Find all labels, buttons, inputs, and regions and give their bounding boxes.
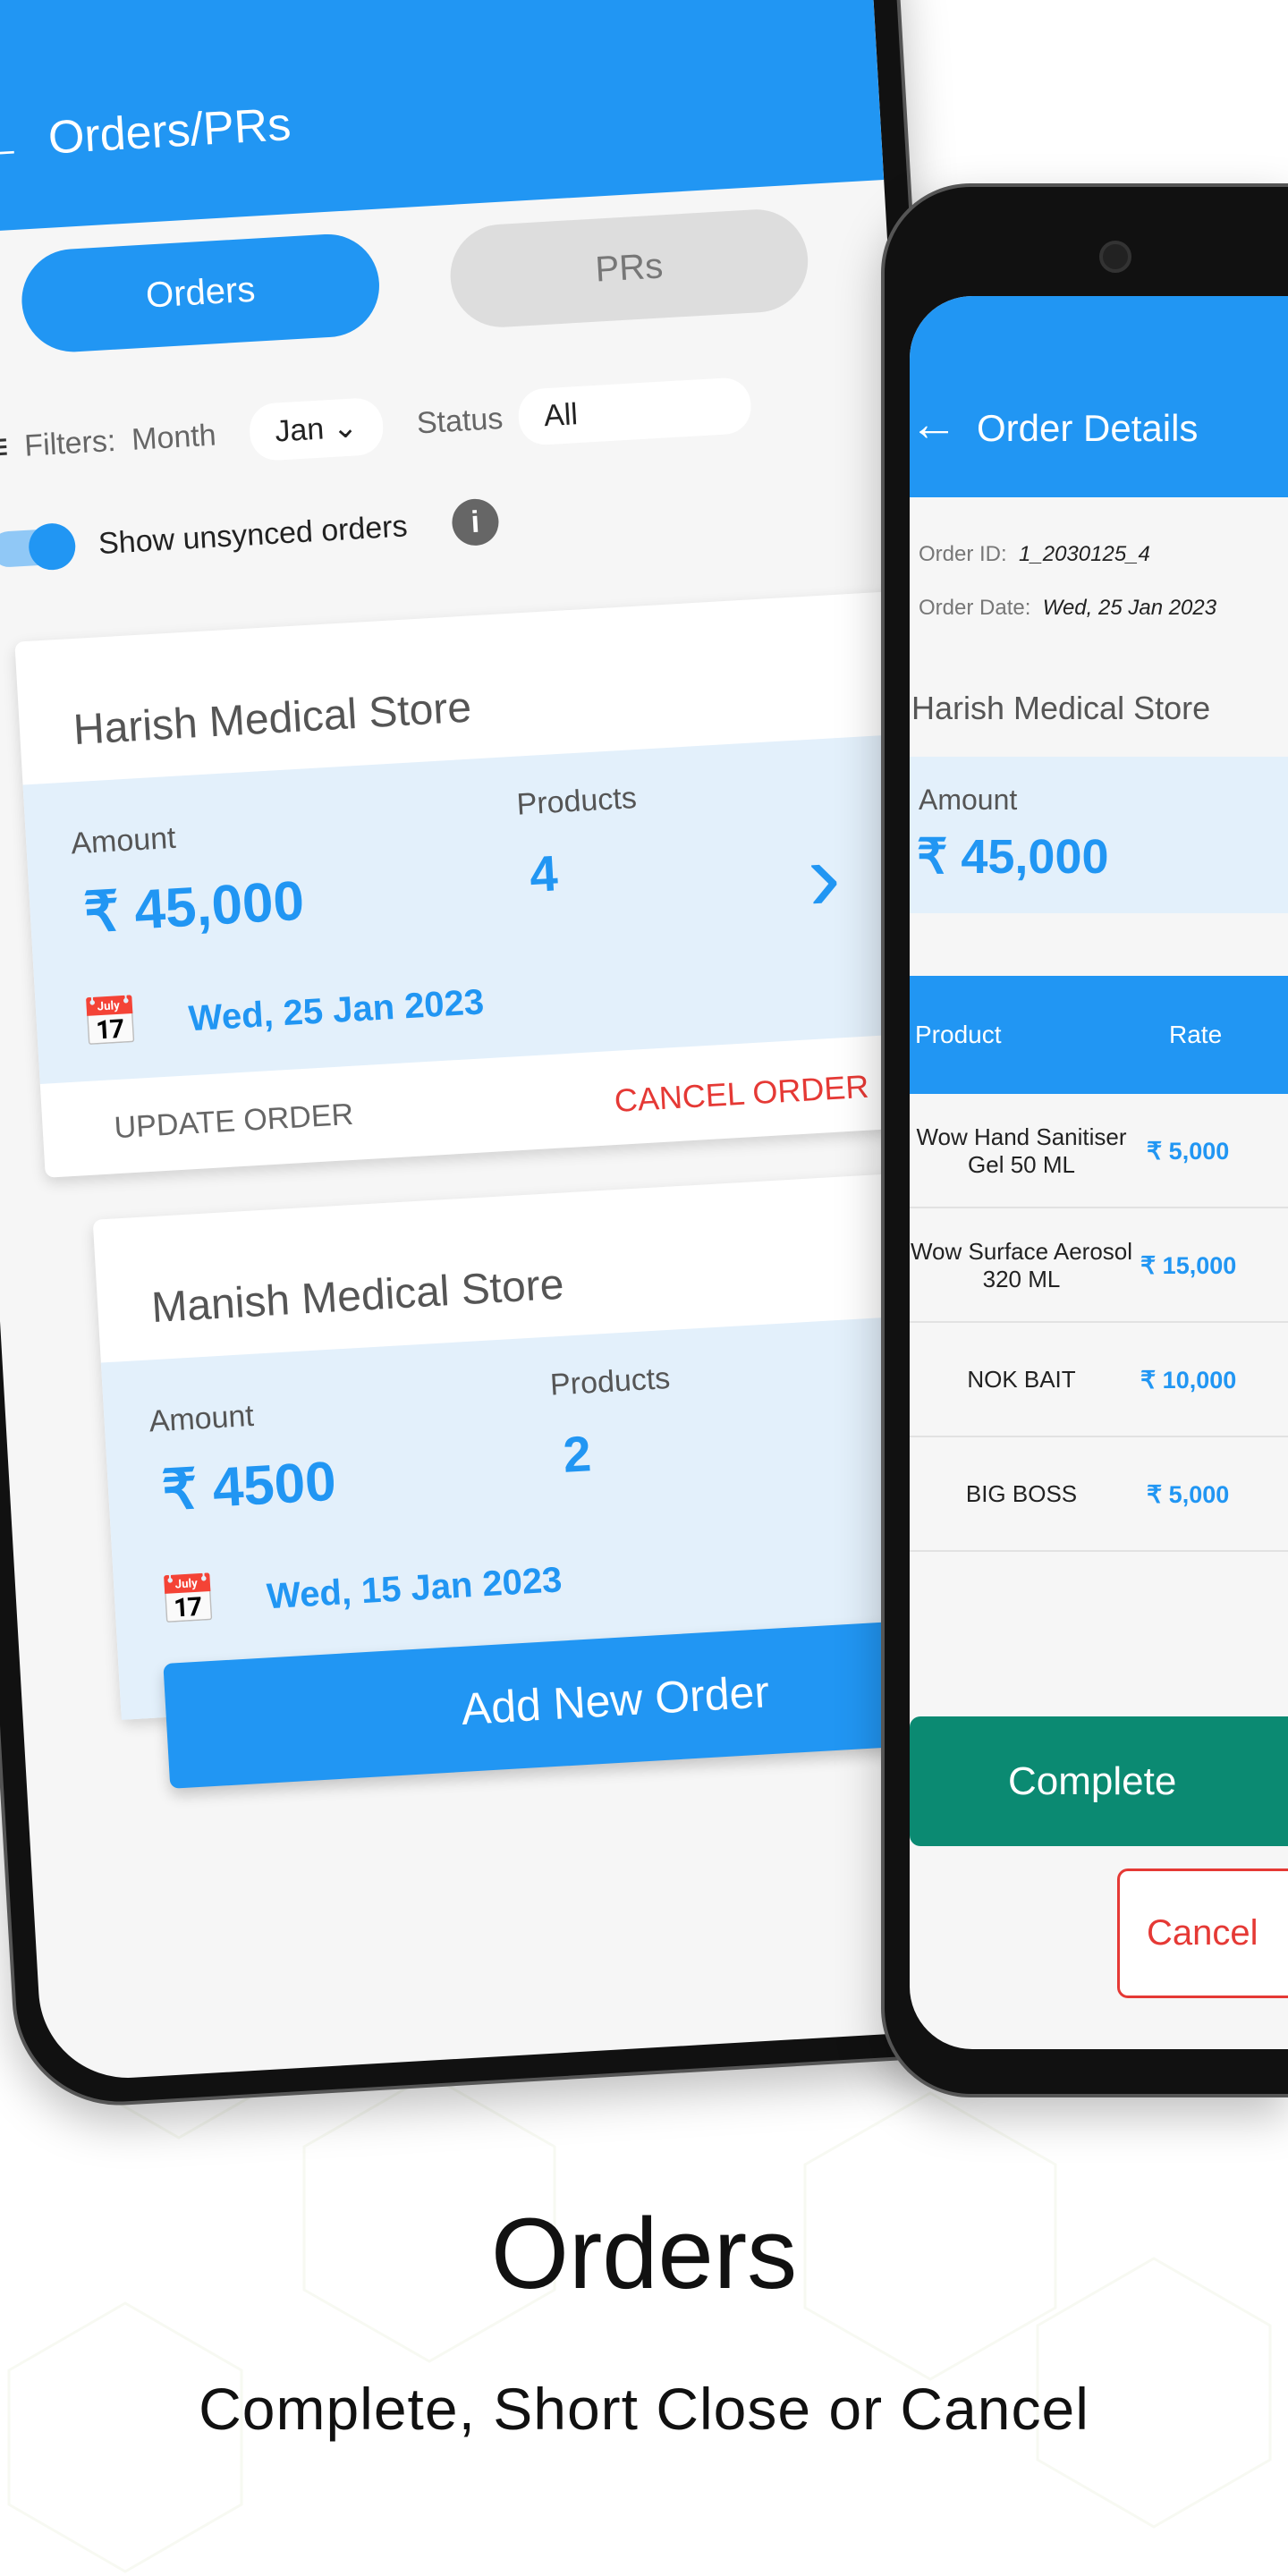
chevron-down-icon: ⌄ xyxy=(331,410,360,445)
filter-icon: ≡ xyxy=(0,424,10,470)
order-id-label: Order ID: xyxy=(919,542,1007,566)
order-details-screen: ← Order Details Order ID: 1_2030125_4 Or… xyxy=(910,296,1288,2049)
amount-box: Amount ₹ 45,000 xyxy=(910,757,1288,913)
product-name: NOK BAIT xyxy=(967,1366,1076,1394)
camera-icon xyxy=(1099,241,1131,273)
products-label: Products xyxy=(515,781,638,822)
order-id: Order ID: 1_2030125_4 xyxy=(919,542,1150,567)
unsynced-label: Show unsynced orders xyxy=(97,508,409,561)
table-row: Wow Hand Sanitiser Gel 50 ML ₹ 5,000 xyxy=(910,1094,1288,1208)
amount-label: Amount xyxy=(70,820,177,861)
chevron-right-icon[interactable]: › xyxy=(804,818,843,934)
tab-orders[interactable]: Orders xyxy=(19,231,383,355)
table-header: Product Rate xyxy=(910,976,1288,1094)
unsynced-row: Show unsynced orders i xyxy=(0,497,500,573)
order-date: Order Date: Wed, 25 Jan 2023 xyxy=(919,596,1216,621)
order-date-value: Wed, 25 Jan 2023 xyxy=(1042,596,1217,620)
order-details-phone: ← Order Details Order ID: 1_2030125_4 Or… xyxy=(881,183,1288,2097)
column-rate: Rate xyxy=(1169,1021,1223,1048)
filters-row: ≡ Filters: Month Jan ⌄ Status All xyxy=(0,376,753,477)
product-name: BIG BOSS xyxy=(965,1480,1078,1508)
order-date-label: Order Date: xyxy=(919,596,1031,620)
status-select[interactable]: All xyxy=(517,376,753,446)
info-icon[interactable]: i xyxy=(450,497,500,547)
filters-label: Filters: xyxy=(23,423,117,463)
arrow-left-icon[interactable]: ← xyxy=(910,396,958,452)
unsynced-toggle[interactable] xyxy=(0,521,77,572)
table-row: NOK BAIT ₹ 10,000 xyxy=(910,1323,1288,1437)
tab-prs[interactable]: PRs xyxy=(447,207,811,330)
order-id-value: 1_2030125_4 xyxy=(1019,542,1150,566)
products-value: 2 xyxy=(561,1425,593,1483)
store-name: Harish Medical Store xyxy=(911,690,1211,726)
orders-screen: ← Orders/PRs Orders PRs ≡ Filters: Month… xyxy=(0,0,991,2083)
month-label: Month xyxy=(131,417,217,457)
amount-label: Amount xyxy=(919,784,1018,816)
cancel-button[interactable]: Cancel xyxy=(1117,1868,1288,1998)
arrow-left-icon[interactable]: ← xyxy=(0,108,27,178)
complete-button[interactable]: Complete xyxy=(910,1716,1288,1846)
store-name: Harish Medical Store xyxy=(72,683,473,755)
order-summary: Amount ₹ 45,000 Products 4 › 📅 Wed, 25 J… xyxy=(22,733,934,1084)
products-label: Products xyxy=(549,1360,672,1402)
table-row: Wow Surface Aerosol 320 ML ₹ 15,000 xyxy=(910,1208,1288,1323)
table-row: BIG BOSS ₹ 5,000 xyxy=(910,1437,1288,1552)
amount-value: ₹ 45,000 xyxy=(81,869,306,945)
page-title: Orders/PRs xyxy=(47,98,292,165)
product-name: Wow Hand Sanitiser Gel 50 ML xyxy=(916,1123,1127,1178)
product-rate: ₹ 10,000 xyxy=(1140,1366,1237,1394)
caption-subtitle: Complete, Short Close or Cancel xyxy=(199,2376,1089,2442)
products-value: 4 xyxy=(528,844,560,902)
status-label: Status xyxy=(415,401,504,440)
order-date: Wed, 25 Jan 2023 xyxy=(187,982,486,1039)
store-name: Manish Medical Store xyxy=(149,1260,565,1333)
amount-value: ₹ 4500 xyxy=(160,1450,338,1522)
calendar-icon: 📅 xyxy=(157,1572,219,1629)
products-table: Wow Hand Sanitiser Gel 50 ML ₹ 5,000 Wow … xyxy=(910,1094,1288,1552)
product-name: Wow Surface Aerosol 320 ML xyxy=(910,1237,1133,1292)
calendar-icon: 📅 xyxy=(80,995,141,1051)
order-date: Wed, 15 Jan 2023 xyxy=(265,1560,564,1617)
amount-label: Amount xyxy=(148,1398,255,1439)
month-select[interactable]: Jan ⌄ xyxy=(248,396,385,462)
update-order-button[interactable]: UPDATE ORDER xyxy=(114,1097,354,1146)
app-bar: ← Orders/PRs xyxy=(0,0,885,234)
app-bar: ← Order Details xyxy=(910,296,1288,497)
amount-value: ₹ 45,000 xyxy=(917,830,1109,884)
order-card[interactable]: Harish Medical Store Amount ₹ 45,000 Pro… xyxy=(14,590,939,1178)
product-rate: ₹ 5,000 xyxy=(1147,1480,1230,1508)
caption-title: Orders xyxy=(490,2198,798,2309)
month-value: Jan xyxy=(274,411,326,449)
column-product: Product xyxy=(915,1021,1002,1048)
cancel-order-button[interactable]: CANCEL ORDER xyxy=(614,1068,870,1120)
page-title: Order Details xyxy=(977,407,1199,449)
product-rate: ₹ 5,000 xyxy=(1147,1137,1230,1165)
orders-phone: ← Orders/PRs Orders PRs ≡ Filters: Month… xyxy=(0,0,1020,2112)
product-rate: ₹ 15,000 xyxy=(1140,1251,1237,1279)
